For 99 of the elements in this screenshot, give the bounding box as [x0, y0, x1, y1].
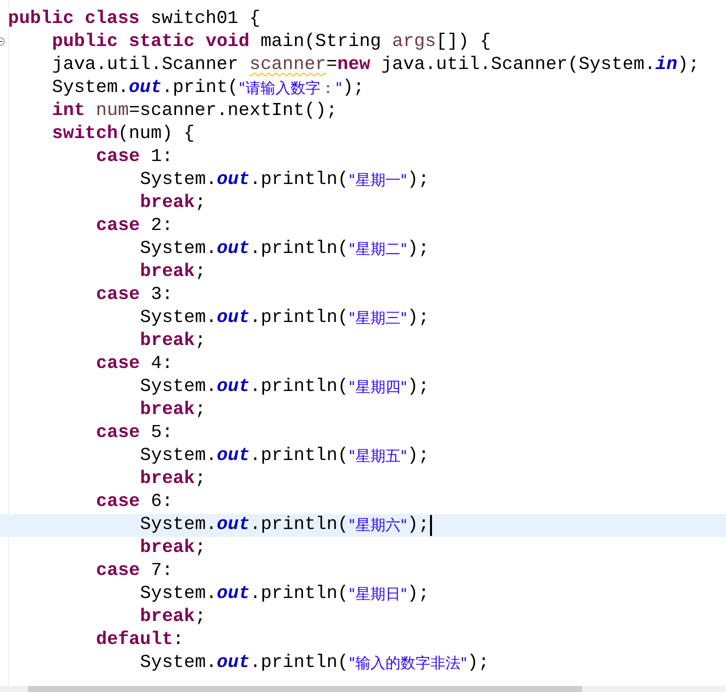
field-name: in	[655, 54, 678, 77]
keyword: break	[140, 192, 195, 215]
code-text: .println(	[250, 238, 348, 261]
code-text: =scanner.nextInt();	[128, 100, 338, 123]
code-text: .print(	[162, 77, 239, 100]
keyword: class	[84, 8, 140, 31]
keyword: new	[337, 54, 370, 77]
code-text: .println(	[250, 376, 348, 399]
code-text: System.	[140, 652, 217, 675]
code-text: []) {	[436, 31, 491, 54]
field-name: out	[216, 652, 250, 675]
field-name: out	[128, 77, 162, 100]
code-text: System.	[140, 238, 217, 261]
code-text: );	[407, 238, 430, 261]
keyword: case	[96, 353, 140, 376]
field-name: out	[216, 583, 250, 606]
code-text: java.util.Scanner	[52, 54, 240, 77]
keyword: case	[96, 422, 140, 445]
keyword: break	[140, 399, 195, 422]
field-name: out	[216, 238, 250, 261]
code-text: 7:	[150, 560, 173, 583]
code-text: 3:	[150, 284, 173, 307]
code-text: System.	[140, 376, 217, 399]
keyword: case	[96, 146, 140, 169]
code-text: );	[407, 583, 430, 606]
keyword: case	[96, 491, 140, 514]
keyword: int	[52, 100, 86, 123]
field-name: out	[216, 307, 250, 330]
code-text: );	[407, 169, 430, 192]
scrollbar-thumb[interactable]	[28, 686, 582, 692]
code-text: );	[407, 307, 430, 330]
code-text: System.	[140, 514, 217, 537]
code-text: .println(	[250, 169, 348, 192]
keyword: case	[96, 215, 140, 238]
field-name: out	[216, 445, 250, 468]
code-text: 5:	[150, 422, 173, 445]
field-name: out	[216, 169, 250, 192]
code-text: );	[467, 652, 490, 675]
code-text: ;	[194, 537, 206, 560]
code-text: ;	[194, 606, 206, 629]
string-literal: "星期五"	[348, 446, 408, 467]
keyword: public	[8, 8, 75, 31]
keyword: case	[96, 284, 140, 307]
code-text: ;	[194, 192, 206, 215]
keyword: default	[96, 629, 173, 652]
keyword: void	[206, 31, 250, 54]
code-text: System.	[140, 445, 217, 468]
keyword: break	[140, 606, 195, 629]
code-text: .println(	[250, 514, 348, 537]
code-text: ;	[194, 399, 206, 422]
string-literal: "星期四"	[348, 377, 408, 398]
text-caret	[430, 515, 432, 536]
keyword: break	[140, 330, 195, 353]
keyword: public	[52, 31, 119, 54]
code-text: switch01 {	[150, 8, 260, 31]
code-text: .println(	[250, 445, 348, 468]
code-text: (num) {	[118, 123, 195, 146]
code-text: 2:	[150, 215, 173, 238]
code-text: );	[407, 445, 430, 468]
code-text: 4:	[150, 353, 173, 376]
code-text: ;	[194, 261, 206, 284]
keyword: break	[140, 468, 195, 491]
code-text: );	[407, 514, 430, 537]
code-text: System.	[140, 169, 217, 192]
field-name: out	[216, 514, 250, 537]
code-text: ;	[194, 468, 206, 491]
code-text: );	[677, 54, 700, 77]
code-text: main(String	[259, 31, 382, 54]
code-text: 6:	[150, 491, 173, 514]
keyword: break	[140, 537, 195, 560]
code-text: :	[172, 629, 184, 652]
code-text: System.	[52, 77, 129, 100]
warning-variable: scanner	[249, 54, 326, 77]
code-text: );	[342, 77, 364, 100]
variable-name: num	[96, 100, 129, 123]
string-literal: "星期三"	[348, 308, 408, 329]
string-literal: "星期二"	[348, 239, 408, 260]
code-text: );	[407, 376, 430, 399]
code-text: System.	[140, 307, 217, 330]
keyword: static	[128, 31, 196, 54]
code-text: java.util.Scanner(System.	[380, 54, 656, 77]
code-text: System.	[140, 583, 217, 606]
string-literal: "星期六"	[348, 515, 408, 536]
code-text: =	[326, 54, 338, 77]
code-text: .println(	[250, 307, 348, 330]
string-literal: "星期日"	[348, 584, 408, 605]
field-name: out	[216, 376, 250, 399]
code-text: ;	[194, 330, 206, 353]
string-literal: "请输入数字："	[238, 78, 342, 99]
code-text: .println(	[250, 583, 348, 606]
keyword: switch	[52, 123, 118, 146]
variable-name: args	[392, 31, 436, 54]
keyword: case	[96, 560, 140, 583]
code-text: .println(	[250, 652, 348, 675]
keyword: break	[140, 261, 195, 284]
string-literal: "输入的数字非法"	[348, 653, 468, 674]
code-text: 1:	[150, 146, 173, 169]
horizontal-scrollbar[interactable]	[0, 686, 726, 692]
string-literal: "星期一"	[348, 170, 408, 191]
